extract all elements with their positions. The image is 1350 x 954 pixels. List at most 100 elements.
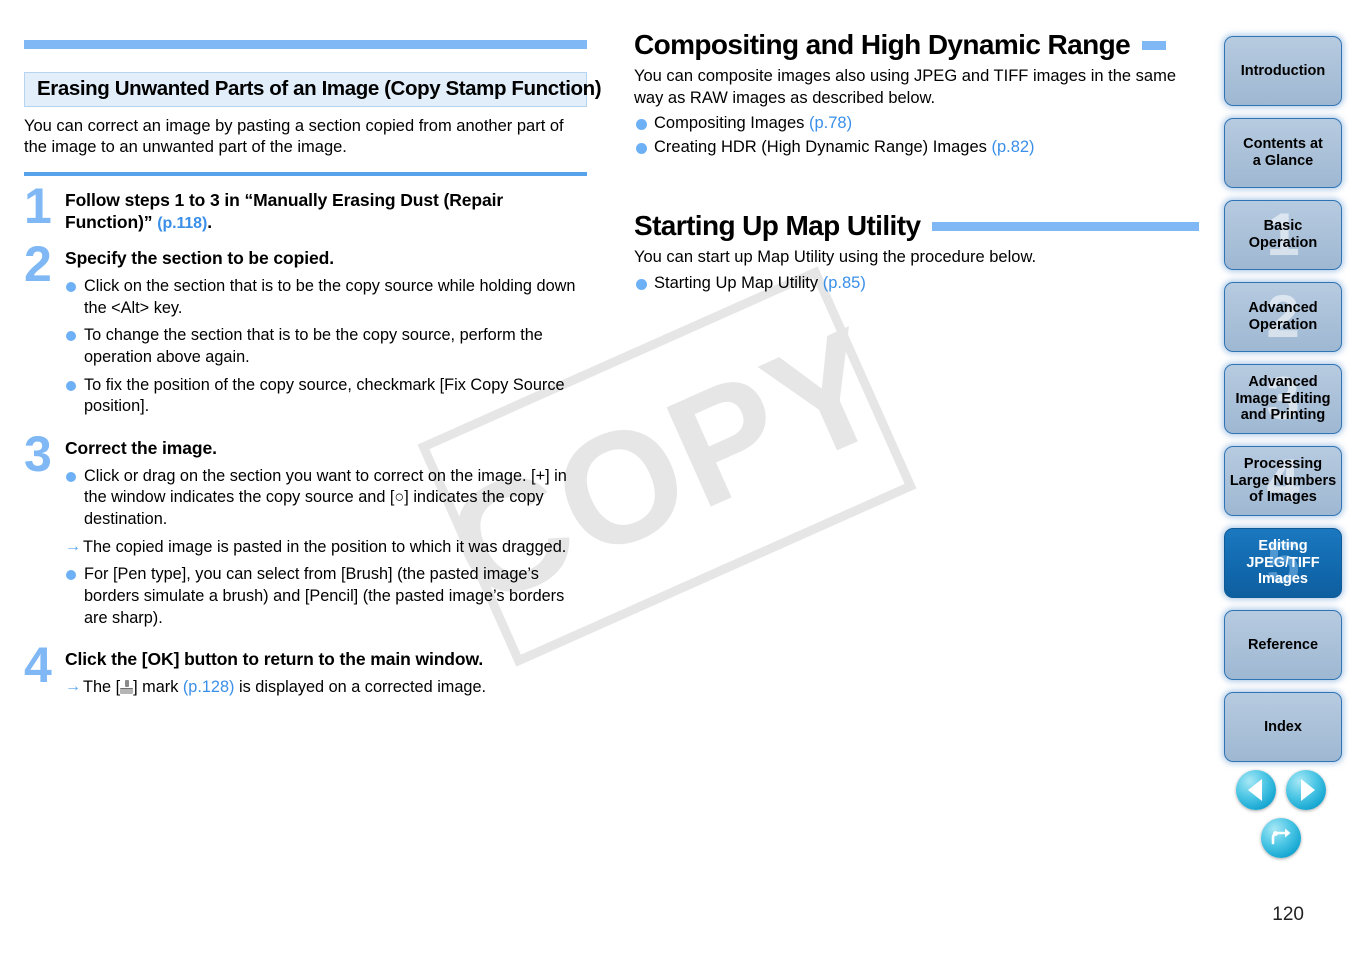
sidebar-tab-label: Introduction <box>1240 62 1326 79</box>
sidebar-tab-advanced-image-editing-and-printing[interactable]: 3 Advanced Image Editing and Printing <box>1224 364 1342 434</box>
manual-page: Erasing Unwanted Parts of an Image (Copy… <box>0 0 1350 954</box>
section-link-list: Compositing Images (p.78) Creating HDR (… <box>634 112 1199 159</box>
nav-row-secondary <box>1218 818 1344 858</box>
page-heading: Starting Up Map Utility <box>634 210 921 242</box>
page-reference-link[interactable]: (p.128) <box>183 678 235 696</box>
list-item-label: Starting Up Map Utility <box>654 273 823 292</box>
heading-row: Compositing and High Dynamic Range <box>634 29 1199 61</box>
bullet-item: For [Pen type], you can select from [Bru… <box>65 564 589 629</box>
bullet-item: Click on the section that is to be the c… <box>65 276 589 319</box>
page-reference-link[interactable]: (p.118) <box>157 215 207 232</box>
step-4: 4 Click the [OK] button to return to the… <box>24 640 589 699</box>
bullet-text-after: is displayed on a corrected image. <box>234 678 487 697</box>
nav-row-primary <box>1218 770 1344 810</box>
step-title: Click the [OK] button to return to the m… <box>65 649 484 670</box>
page-number: 120 <box>1272 904 1304 925</box>
page-heading: Compositing and High Dynamic Range <box>634 29 1131 60</box>
step-number: 3 <box>24 425 52 482</box>
page-reference-link[interactable]: (p.82) <box>991 138 1034 156</box>
sidebar-tab-introduction[interactable]: Introduction <box>1224 36 1342 106</box>
sidebar-tab-reference[interactable]: Reference <box>1224 610 1342 680</box>
right-column: Compositing and High Dynamic Range You c… <box>634 29 1199 295</box>
list-item: Compositing Images (p.78) <box>634 112 1199 135</box>
go-back-button[interactable] <box>1261 818 1301 858</box>
list-item-label: Creating HDR (High Dynamic Range) Images <box>654 137 992 156</box>
section-compositing-hdr: Compositing and High Dynamic Range You c… <box>634 29 1199 159</box>
bullet-text: To change the section that is to be the … <box>84 326 543 366</box>
section-divider-rule <box>24 172 587 177</box>
bullet-dot-icon <box>636 119 647 131</box>
page-navigation-controls <box>1218 770 1344 858</box>
bullet-item-result: → The copied image is pasted in the posi… <box>65 537 589 559</box>
chevron-right-icon <box>1300 779 1315 801</box>
heading-accent-dash <box>1142 40 1167 50</box>
bullet-text: To fix the position of the copy source, … <box>84 375 565 416</box>
section-map-utility: Starting Up Map Utility You can start up… <box>634 210 1199 295</box>
sidebar-tab-basic-operation[interactable]: 1 Basic Operation <box>1224 200 1342 270</box>
step-bullet-list: Click or drag on the section you want to… <box>65 466 589 630</box>
sidebar-tab-label: Processing Large Numbers of Images <box>1229 455 1337 506</box>
bullet-item: To change the section that is to be the … <box>65 325 589 368</box>
bullet-item: To fix the position of the copy source, … <box>65 375 589 418</box>
heading-row: Starting Up Map Utility <box>634 210 1199 242</box>
section-body-text: You can composite images also using JPEG… <box>634 66 1177 107</box>
left-column: Erasing Unwanted Parts of an Image (Copy… <box>24 40 602 699</box>
section-body-text: You can start up Map Utility using the p… <box>634 247 1037 266</box>
sidebar-tab-contents-at-a-glance[interactable]: Contents at a Glance <box>1224 118 1342 188</box>
step-bullet-list: Click on the section that is to be the c… <box>65 276 589 418</box>
step-1: 1 Follow steps 1 to 3 in “Manually Erasi… <box>24 181 589 234</box>
step-title: Correct the image. <box>65 437 217 458</box>
section-link-list: Starting Up Map Utility (p.85) <box>634 272 1199 295</box>
bullet-dot-icon <box>636 142 647 154</box>
step-bullet-list: → The [ ] mark (p.128) is displayed on a c… <box>65 677 589 699</box>
step-number: 2 <box>24 235 52 292</box>
sidebar-tab-label: Index <box>1264 718 1302 735</box>
sidebar-tab-processing-large-numbers-of-images[interactable]: 4 Processing Large Numbers of Images <box>1224 446 1342 516</box>
previous-page-button[interactable] <box>1236 770 1276 810</box>
bullet-item-result: → The [ ] mark (p.128) is displayed on a c… <box>65 677 589 699</box>
next-page-button[interactable] <box>1286 770 1326 810</box>
step-title-main: Follow steps 1 to 3 in “Manually Erasing… <box>65 190 504 232</box>
section-intro-text: You can correct an image by pasting a se… <box>24 116 564 157</box>
bullet-text: Click on the section that is to be the c… <box>84 276 576 317</box>
chapter-tab-sidebar: Introduction Contents at a Glance 1 Basic… <box>1220 36 1348 774</box>
step-2: 2 Specify the section to be copied. Clic… <box>24 239 589 418</box>
step-title: Specify the section to be copied. <box>65 247 334 268</box>
sidebar-tab-editing-jpeg-tiff-images[interactable]: 5 Editing JPEG/TIFF Images <box>1224 528 1342 598</box>
bullet-text-before: The [ <box>83 678 121 697</box>
top-accent-rule <box>24 40 587 49</box>
list-item-label: Compositing Images <box>654 114 809 133</box>
sidebar-tab-label: Reference <box>1247 636 1319 653</box>
bullet-dot-icon <box>66 570 76 581</box>
page-reference-link[interactable]: (p.85) <box>823 274 866 292</box>
sidebar-tab-index[interactable]: Index <box>1224 692 1342 762</box>
sidebar-tab-label: Advanced Image Editing and Printing <box>1235 373 1331 424</box>
sidebar-tab-advanced-operation[interactable]: 2 Advanced Operation <box>1224 282 1342 352</box>
chevron-left-icon <box>1247 779 1262 801</box>
step-3: 3 Correct the image. Click or drag on th… <box>24 429 589 630</box>
bullet-text: The copied image is pasted in the positi… <box>83 537 567 556</box>
arrow-right-icon: → <box>65 678 81 696</box>
return-arrow-icon <box>1271 828 1291 845</box>
sidebar-tab-label: Basic Operation <box>1248 218 1318 251</box>
heading-accent-dash <box>932 222 1199 232</box>
step-title-tail: . <box>207 211 212 232</box>
sidebar-tab-label: Advanced Operation <box>1248 300 1318 333</box>
step-title: Follow steps 1 to 3 in “Manually Erasing… <box>65 190 589 234</box>
bullet-dot-icon <box>66 331 76 342</box>
page-reference-link[interactable]: (p.78) <box>809 114 852 132</box>
bullet-text: For [Pen type], you can select from [Bru… <box>84 565 565 627</box>
copy-stamp-icon <box>120 680 134 695</box>
bullet-text-mid: ] mark <box>133 678 183 697</box>
arrow-right-icon: → <box>65 537 81 555</box>
bullet-dot-icon <box>66 380 76 391</box>
step-number: 1 <box>24 178 52 235</box>
section-title: Erasing Unwanted Parts of an Image (Copy… <box>24 72 602 107</box>
bullet-item: Click or drag on the section you want to… <box>65 466 589 531</box>
bullet-text: Click or drag on the section you want to… <box>84 466 567 529</box>
bullet-dot-icon <box>66 281 76 292</box>
list-item: Creating HDR (High Dynamic Range) Images… <box>634 136 1199 159</box>
sidebar-tab-label: Editing JPEG/TIFF Images <box>1246 537 1320 588</box>
bullet-dot-icon <box>66 471 76 482</box>
